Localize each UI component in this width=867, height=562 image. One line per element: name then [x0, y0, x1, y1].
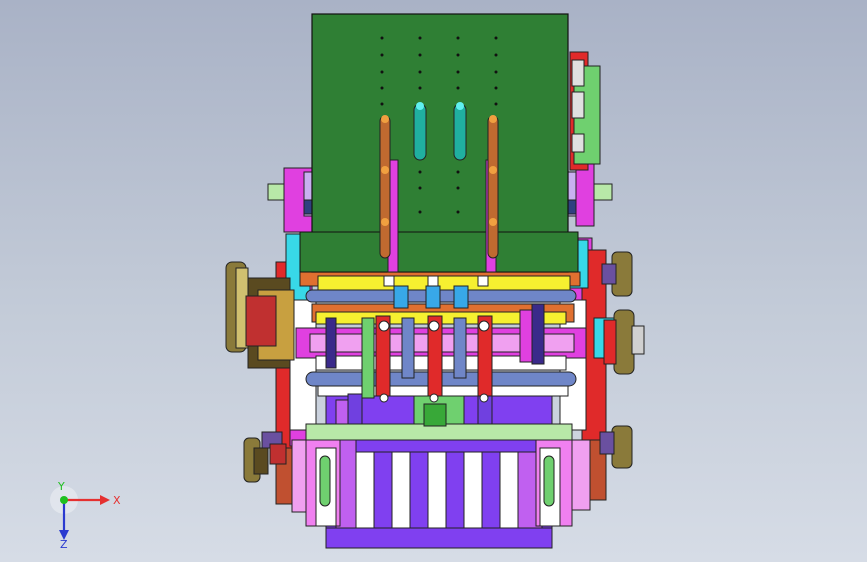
x-axis-label: X	[113, 494, 121, 507]
y-axis-label: Y	[57, 480, 65, 493]
machine-assembly-model[interactable]	[0, 0, 867, 562]
orientation-triad[interactable]: X Y Z	[40, 478, 130, 548]
top-green-plate	[299, 13, 579, 273]
y-axis-dot-icon	[60, 496, 68, 504]
z-axis-label: Z	[60, 538, 68, 548]
cad-viewport[interactable]: X Y Z	[0, 0, 867, 562]
x-axis-arrow-icon	[100, 495, 110, 505]
right-side-board	[569, 51, 601, 171]
